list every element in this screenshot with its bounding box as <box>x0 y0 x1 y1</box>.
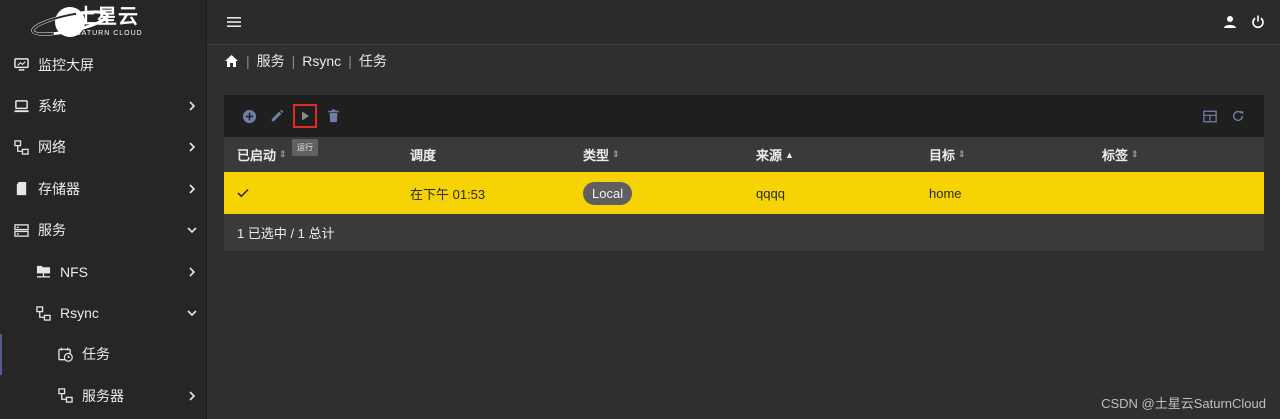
sidebar-nav: 监控大屏 系统 网络 存储器 服务 NFS Rsync 任务 服务器 <box>0 44 206 417</box>
sd-card-icon <box>14 181 29 196</box>
sidebar-item-label: NFS <box>60 263 88 280</box>
sidebar-item-nfs[interactable]: NFS <box>0 251 206 292</box>
sidebar-item-system[interactable]: 系统 <box>0 85 206 126</box>
logo: 土星云 SATURN CLOUD <box>0 0 206 44</box>
column-header-label: 调度 <box>410 148 437 163</box>
breadcrumb-rsync[interactable]: Rsync <box>302 53 341 69</box>
chevron-right-icon <box>178 184 206 194</box>
chevron-right-icon <box>178 391 206 401</box>
app-window: 土星云 SATURN CLOUD 监控大屏 系统 网络 存储器 服务 NFS R… <box>0 0 1280 419</box>
tasks-table-panel: 运行 已启动 ⇕ 调度 类型 ⇕ 来源 ▲ 目标 ⇕ 标签 ⇕ 在下午 01:5… <box>224 95 1264 251</box>
sidebar-item-label: 网络 <box>38 139 66 156</box>
breadcrumb: | 服务 | Rsync | 任务 <box>224 51 387 71</box>
sidebar-item-label: 监控大屏 <box>38 56 94 73</box>
sort-icon: ⇕ <box>1131 149 1139 159</box>
folder-network-icon <box>36 264 51 279</box>
chevron-right-icon <box>178 267 206 277</box>
sidebar-item-storage[interactable]: 存储器 <box>0 168 206 209</box>
check-icon <box>237 188 249 198</box>
sidebar-item-dashboard[interactable]: 监控大屏 <box>0 44 206 85</box>
top-bar <box>207 0 1280 45</box>
column-header-label: 标签 <box>1102 148 1129 163</box>
sidebar-item-rsync[interactable]: Rsync <box>0 292 206 333</box>
delete-icon[interactable] <box>324 107 342 125</box>
breadcrumb-separator: | <box>291 53 296 69</box>
sidebar-item-network[interactable]: 网络 <box>0 127 206 168</box>
sidebar-item-services[interactable]: 服务 <box>0 210 206 251</box>
cell-enabled <box>224 188 397 198</box>
run-tooltip: 运行 <box>292 139 318 156</box>
network-icon <box>58 388 73 404</box>
column-header-tags[interactable]: 标签 ⇕ <box>1089 145 1262 164</box>
column-header-label: 类型 <box>583 148 610 163</box>
play-icon[interactable] <box>293 104 317 128</box>
sidebar: 土星云 SATURN CLOUD 监控大屏 系统 网络 存储器 服务 NFS R… <box>0 0 207 419</box>
saturn-logo-icon <box>30 2 110 42</box>
add-icon[interactable] <box>240 107 258 125</box>
columns-icon[interactable] <box>1201 107 1219 125</box>
sort-icon: ⇕ <box>612 149 620 159</box>
cell-target: home <box>929 185 962 201</box>
edit-icon[interactable] <box>268 107 286 125</box>
sidebar-item-label: 服务器 <box>82 387 124 404</box>
cell-type: Local <box>570 181 743 205</box>
cell-schedule: 在下午 01:53 <box>410 186 486 202</box>
column-header-label: 已启动 <box>237 148 277 163</box>
refresh-icon[interactable] <box>1229 107 1247 125</box>
monitor-icon <box>14 57 29 72</box>
chevron-right-icon <box>178 142 206 153</box>
column-header-source[interactable]: 来源 ▲ <box>743 145 916 164</box>
watermark: CSDN @土星云SaturnCloud <box>1101 396 1266 411</box>
sort-ascending-icon: ▲ <box>785 149 794 160</box>
sort-icon: ⇕ <box>958 149 966 159</box>
sidebar-item-servers[interactable]: 服务器 <box>0 375 206 416</box>
table-header: 已启动 ⇕ 调度 类型 ⇕ 来源 ▲ 目标 ⇕ 标签 ⇕ <box>224 137 1264 172</box>
chevron-down-icon <box>178 308 206 318</box>
chevron-down-icon <box>178 225 206 235</box>
table-row[interactable]: 在下午 01:53 Local qqqq home <box>224 172 1264 214</box>
type-chip: Local <box>583 181 633 205</box>
breadcrumb-separator: | <box>348 53 352 69</box>
computer-icon <box>14 99 29 114</box>
table-toolbar: 运行 <box>224 95 1264 156</box>
network-icon <box>36 305 51 321</box>
breadcrumb-separator: | <box>246 53 250 69</box>
sidebar-item-label: Rsync <box>60 305 99 322</box>
sidebar-item-label: 存储器 <box>38 180 80 197</box>
sidebar-item-label: 系统 <box>38 98 66 115</box>
server-icon <box>14 223 29 238</box>
calendar-clock-icon <box>58 347 73 362</box>
user-icon[interactable] <box>1222 14 1238 30</box>
sidebar-item-label: 任务 <box>82 346 110 363</box>
breadcrumb-tasks: 任务 <box>358 53 387 69</box>
sort-icon: ⇕ <box>279 149 287 159</box>
cell-source: qqqq <box>756 185 785 201</box>
column-header-schedule[interactable]: 调度 <box>397 145 570 164</box>
column-header-target[interactable]: 目标 ⇕ <box>916 145 1089 164</box>
hamburger-icon[interactable] <box>224 12 244 32</box>
sidebar-item-tasks[interactable]: 任务 <box>0 333 206 376</box>
sidebar-item-label: 服务 <box>38 222 66 239</box>
network-icon <box>14 140 29 155</box>
column-header-label: 目标 <box>929 148 956 163</box>
home-icon[interactable] <box>224 54 239 68</box>
column-header-label: 来源 <box>756 148 783 163</box>
breadcrumb-services[interactable]: 服务 <box>257 51 285 71</box>
column-header-type[interactable]: 类型 ⇕ <box>570 145 743 164</box>
table-footer-count: 1 已选中 / 1 总计 <box>237 226 335 241</box>
power-icon[interactable] <box>1250 14 1266 30</box>
chevron-right-icon <box>178 101 206 111</box>
